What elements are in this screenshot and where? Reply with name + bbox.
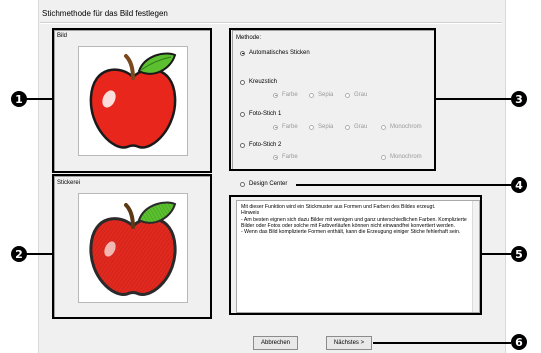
callout-number-2: 2 [11,246,27,262]
callout-number-4: 4 [511,177,527,193]
callout-box-1 [52,28,212,173]
radio-icon [240,181,245,187]
callout-line-2 [26,253,54,255]
callout-number-1: 1 [11,91,27,107]
callout-line-5 [481,253,511,255]
callout-number-6: 6 [511,334,527,350]
callout-box-3 [229,28,436,171]
callout-line-6 [373,342,511,344]
callout-line-1 [26,98,54,100]
callout-number-3: 3 [511,91,527,107]
callout-number-5: 5 [511,246,527,262]
callout-box-5 [229,195,482,315]
dialog-title: Stichmethode für das Bild festlegen [42,9,168,18]
callout-line-3 [435,98,511,100]
callout-line-4 [296,184,511,186]
next-button[interactable]: Nächstes > [326,336,372,350]
callout-box-2 [52,174,212,319]
radio-design-center[interactable]: Design Center [240,181,287,187]
radio-design-center-label: Design Center [249,181,288,187]
title-divider [40,22,502,24]
cancel-button[interactable]: Abbrechen [253,336,298,350]
